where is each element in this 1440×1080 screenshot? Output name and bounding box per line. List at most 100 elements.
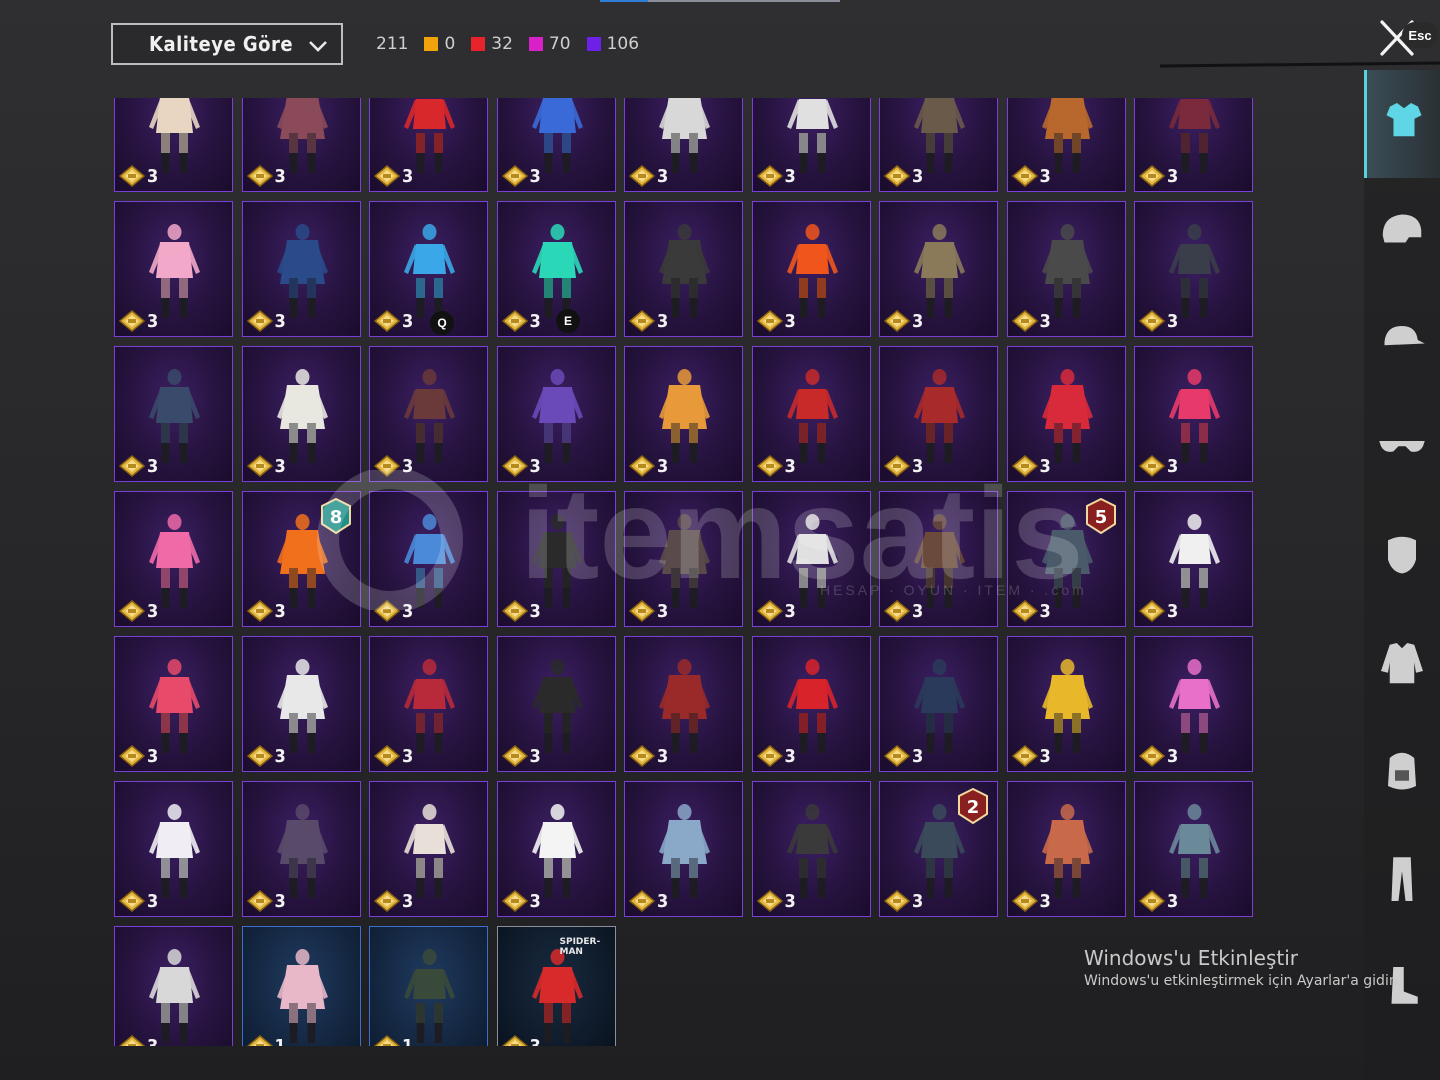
item-count-value: 3	[657, 455, 669, 477]
outfit-card[interactable]: 3	[879, 201, 998, 337]
outfit-card[interactable]: 3	[496, 98, 616, 192]
item-count-value: 3	[784, 310, 796, 332]
item-count-value: 3	[274, 455, 286, 477]
outfit-card[interactable]: SPIDER-MAN 3	[496, 926, 616, 1046]
sidebar-outfit-tab[interactable]	[1364, 70, 1440, 178]
outfit-card[interactable]: 3	[496, 346, 616, 482]
outfit-card[interactable]: 3	[879, 636, 998, 772]
outfit-card[interactable]: 3	[241, 98, 361, 192]
outfit-card[interactable]: 3	[369, 491, 488, 627]
coupon-icon	[1011, 890, 1038, 912]
outfit-card[interactable]: 3	[1134, 781, 1253, 917]
outfit-card[interactable]: 3	[751, 781, 871, 917]
item-count-value: 3	[147, 890, 159, 912]
outfit-card[interactable]: 1	[241, 926, 361, 1047]
item-count: 3	[884, 165, 923, 187]
rarity-count-rare: 106	[606, 34, 640, 54]
outfit-card[interactable]: 3	[496, 491, 616, 627]
item-count-value: 3	[784, 455, 796, 477]
coupon-icon	[501, 600, 528, 622]
item-count-value: 3	[402, 745, 414, 767]
outfit-card[interactable]: 1	[369, 926, 488, 1046]
sort-dropdown-label: Kaliteye Göre	[149, 32, 294, 56]
sidebar-pants-tab[interactable]	[1364, 826, 1440, 934]
coupon-icon	[1139, 890, 1165, 912]
item-count-value: 1	[274, 1035, 286, 1047]
outfit-card[interactable]: 3	[1134, 636, 1253, 772]
outfit-card[interactable]: 3	[751, 201, 871, 337]
coupon-icon	[501, 1035, 528, 1046]
sidebar-backpack-tab[interactable]	[1364, 718, 1440, 826]
rarity-count-epic: 70	[548, 34, 571, 54]
outfit-card[interactable]: 23	[879, 781, 998, 917]
sidebar-cap-tab[interactable]	[1364, 286, 1440, 394]
item-count-value: 3	[1039, 165, 1051, 187]
outfit-card[interactable]: 83	[241, 491, 361, 627]
item-count-value: 3	[1167, 455, 1179, 477]
outfit-card[interactable]: 3	[624, 781, 743, 917]
outfit-card[interactable]: 3	[879, 491, 998, 627]
outfit-card[interactable]: 3	[1006, 201, 1126, 337]
sidebar-jacket-tab[interactable]	[1364, 610, 1440, 718]
sidebar-mask-tab[interactable]	[1364, 502, 1440, 610]
outfit-card[interactable]: 3	[624, 491, 743, 627]
outfit-card[interactable]: 3	[1134, 98, 1253, 192]
item-count-value: 3	[274, 310, 286, 332]
outfit-card[interactable]: 3	[369, 98, 488, 192]
item-count: 3	[501, 600, 541, 622]
outfit-card[interactable]: 3	[369, 346, 488, 482]
rarity-swatch-legendary	[424, 37, 439, 51]
svg-text:8: 8	[329, 507, 342, 528]
coupon-icon	[119, 890, 145, 912]
outfit-card[interactable]: 3	[624, 346, 743, 482]
outfit-card[interactable]: 3	[751, 636, 871, 772]
outfit-card[interactable]: 3	[114, 636, 233, 772]
coupon-icon	[501, 455, 528, 477]
outfit-card[interactable]: 3	[114, 98, 233, 192]
backpack-icon	[1388, 752, 1416, 790]
item-count-value: 3	[402, 890, 414, 912]
outfit-card[interactable]: 3	[241, 346, 361, 482]
outfit-card[interactable]: 3	[751, 346, 871, 482]
outfit-card[interactable]: 3	[114, 781, 233, 917]
outfit-card[interactable]: 3	[879, 346, 998, 482]
outfit-card[interactable]: 3	[241, 781, 361, 917]
outfit-card[interactable]: 3	[751, 491, 871, 627]
outfit-card[interactable]: 3	[241, 201, 361, 337]
sidebar-helmet-tab[interactable]	[1364, 178, 1440, 286]
rank-badge: 5	[1085, 498, 1116, 534]
item-count-value: 3	[147, 165, 159, 187]
outfit-card[interactable]: 3	[1134, 491, 1253, 627]
outfit-card[interactable]: 3	[496, 636, 616, 772]
outfit-card[interactable]: 3	[624, 98, 743, 192]
outfit-card[interactable]: 3	[751, 98, 871, 192]
outfit-card[interactable]: 3	[114, 491, 233, 627]
outfit-card[interactable]: 3	[241, 636, 361, 772]
outfit-card[interactable]: 3	[369, 781, 488, 917]
outfit-card[interactable]: 3	[1006, 636, 1126, 772]
coupon-icon	[884, 165, 910, 187]
outfit-card[interactable]: 3	[1006, 781, 1126, 917]
item-count: 3	[374, 165, 413, 187]
outfit-card[interactable]: 3	[1006, 98, 1126, 192]
coupon-icon	[756, 455, 783, 477]
outfit-card[interactable]: 3	[1134, 201, 1253, 337]
item-count-value: 3	[147, 310, 159, 332]
outfit-card[interactable]: 3	[369, 201, 488, 337]
outfit-card[interactable]: 3	[114, 201, 233, 337]
outfit-card[interactable]: 3	[369, 636, 488, 772]
item-count-value: 3	[912, 310, 924, 332]
sort-dropdown[interactable]: Kaliteye Göre	[111, 23, 343, 65]
coupon-icon	[119, 600, 145, 622]
outfit-card[interactable]: 3	[879, 98, 998, 192]
outfit-card[interactable]: 3	[624, 201, 743, 337]
outfit-card[interactable]: 3	[114, 926, 233, 1046]
outfit-card[interactable]: 53	[1006, 491, 1126, 627]
outfit-card[interactable]: 3	[496, 781, 616, 917]
sidebar-glasses-tab[interactable]	[1364, 394, 1440, 502]
outfit-card[interactable]: 3	[114, 346, 233, 482]
outfit-card[interactable]: 3	[624, 636, 743, 772]
outfit-card[interactable]: 3	[1134, 346, 1253, 482]
coupon-icon	[884, 600, 910, 622]
outfit-card[interactable]: 3	[1006, 346, 1126, 482]
